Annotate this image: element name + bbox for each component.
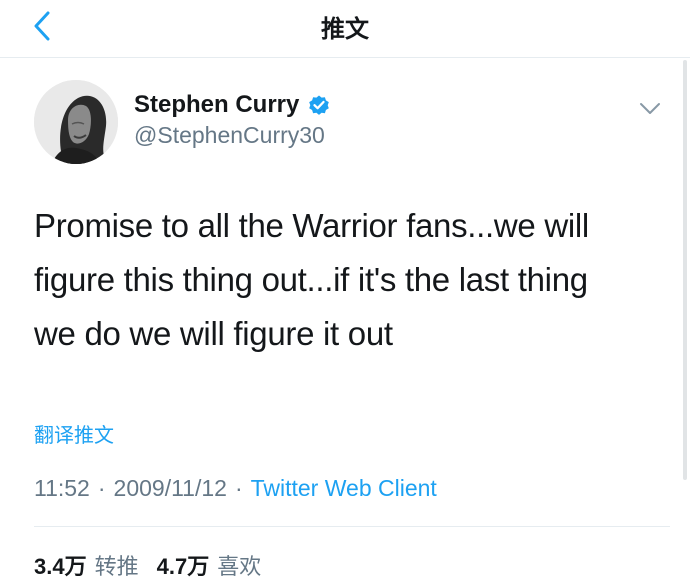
tweet-date: 2009/11/12 — [113, 475, 227, 501]
profile-photo — [34, 80, 118, 164]
page-title: 推文 — [321, 15, 369, 43]
tweet-source-link[interactable]: Twitter Web Client — [251, 475, 437, 501]
verified-badge-icon — [309, 95, 330, 115]
author-name[interactable]: Stephen Curry — [134, 90, 299, 120]
likes-label[interactable]: 喜欢 — [217, 549, 261, 581]
separator-dot: · — [97, 475, 106, 501]
avatar[interactable] — [34, 80, 118, 164]
more-options-button[interactable] — [638, 96, 662, 120]
translate-tweet-link[interactable]: 翻译推文 — [34, 419, 114, 448]
retweets-label[interactable]: 转推 — [95, 549, 139, 581]
tweet-text-line: Promise to all the Warrior fans...we wil… — [34, 207, 589, 244]
tweet-text-line: figure this thing out...if it's the last… — [34, 261, 588, 298]
tweet-text-line: we do we will figure it out — [34, 315, 393, 352]
tweet-stats: 3.4万 转推 4.7万 喜欢 — [34, 549, 279, 581]
divider — [34, 526, 670, 527]
likes-count[interactable]: 4.7万 — [157, 549, 210, 581]
tweet-text: Promise to all the Warrior fans...we wil… — [34, 199, 654, 361]
top-navigation-bar: 推文 — [0, 0, 690, 58]
author-handle[interactable]: @StephenCurry30 — [134, 122, 325, 149]
tweet-metadata: 11:52 · 2009/11/12 · Twitter Web Client — [34, 475, 437, 502]
author-name-row[interactable]: Stephen Curry — [134, 90, 331, 120]
separator-dot: · — [234, 475, 243, 501]
scrollbar[interactable] — [683, 60, 687, 480]
tweet-time: 11:52 — [34, 475, 90, 501]
retweets-count[interactable]: 3.4万 — [34, 549, 87, 581]
chevron-down-icon — [640, 103, 660, 114]
